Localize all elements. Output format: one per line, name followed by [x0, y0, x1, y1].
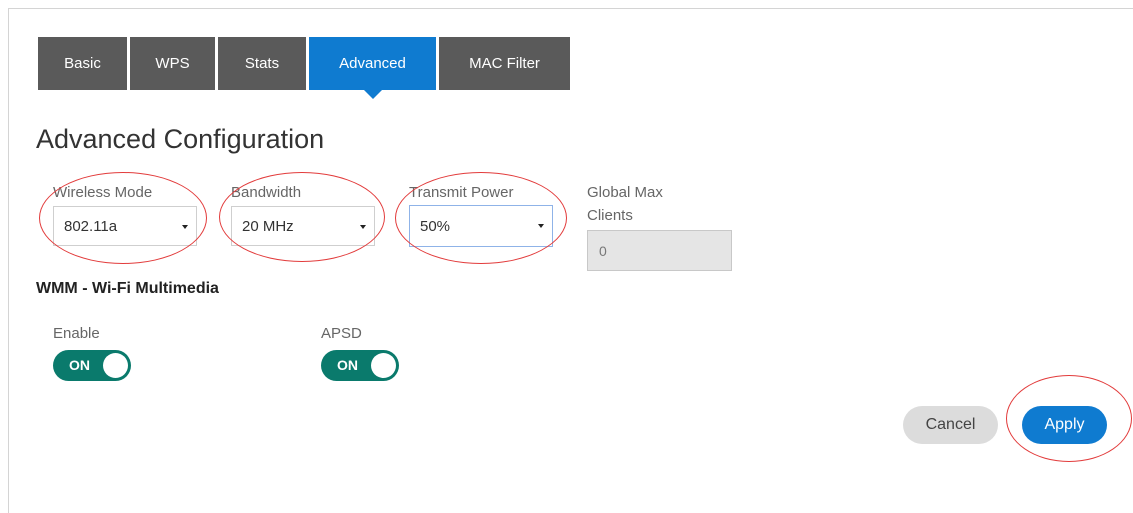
global-max-clients-label-line2: Clients: [587, 207, 633, 224]
wireless-mode-label: Wireless Mode: [53, 184, 153, 201]
toggle-on-text: ON: [337, 357, 358, 373]
transmit-power-select[interactable]: 50%: [409, 205, 553, 247]
bandwidth-select[interactable]: 20 MHz: [231, 206, 375, 246]
tab-bar: Basic WPS Stats Advanced MAC Filter: [38, 37, 573, 99]
wmm-enable-label: Enable: [53, 325, 100, 342]
tab-basic[interactable]: Basic: [38, 37, 127, 90]
global-max-clients-input[interactable]: 0: [587, 230, 732, 271]
toggle-knob: [371, 353, 396, 378]
transmit-power-value: 50%: [420, 217, 451, 235]
bandwidth-value: 20 MHz: [242, 217, 294, 235]
page-title: Advanced Configuration: [36, 124, 325, 154]
wireless-mode-value: 802.11a: [64, 217, 118, 235]
wmm-enable-toggle[interactable]: ON: [53, 350, 131, 381]
tab-mac-filter[interactable]: MAC Filter: [439, 37, 570, 90]
wmm-apsd-label: APSD: [321, 325, 362, 342]
frame-left-border: [8, 8, 9, 513]
wmm-apsd-toggle[interactable]: ON: [321, 350, 399, 381]
wmm-section-title: WMM - Wi-Fi Multimedia: [36, 280, 219, 297]
cancel-button[interactable]: Cancel: [903, 406, 998, 444]
transmit-power-label: Transmit Power: [409, 184, 514, 201]
bandwidth-label: Bandwidth: [231, 184, 302, 201]
tab-wps[interactable]: WPS: [130, 37, 215, 90]
chevron-down-icon: [360, 225, 366, 229]
tab-stats[interactable]: Stats: [218, 37, 306, 90]
chevron-down-icon: [538, 224, 544, 228]
toggle-on-text: ON: [69, 357, 90, 373]
wireless-mode-select[interactable]: 802.11a: [53, 206, 197, 246]
toggle-knob: [103, 353, 128, 378]
chevron-down-icon: [182, 225, 188, 229]
global-max-clients-label-line1: Global Max: [587, 184, 663, 201]
apply-button[interactable]: Apply: [1022, 406, 1107, 444]
tab-advanced[interactable]: Advanced: [309, 37, 436, 99]
frame-top-border: [8, 8, 1133, 9]
